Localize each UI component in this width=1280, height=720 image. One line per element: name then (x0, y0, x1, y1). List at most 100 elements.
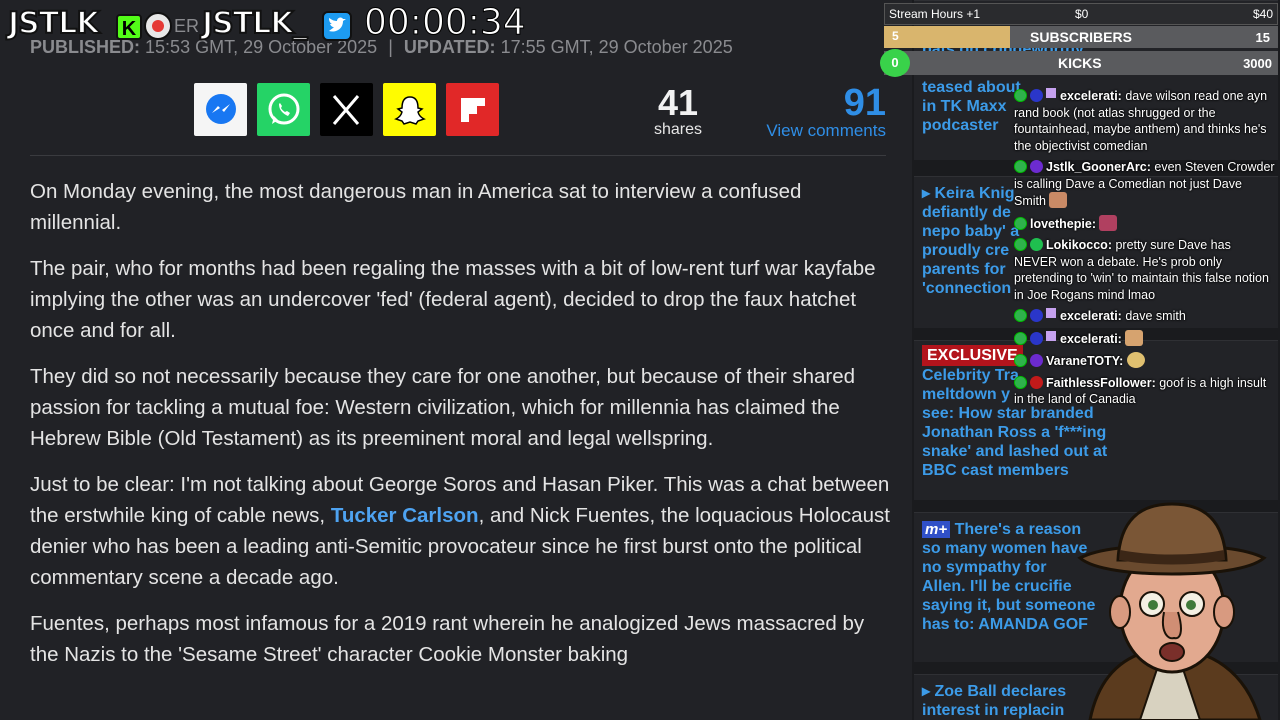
chat-text: dave smith (1125, 309, 1186, 323)
kick-logo-icon: K (116, 14, 142, 40)
sidebar-card-headline[interactable]: ▸ Zoe Ball declares interest in replacin (922, 682, 1066, 720)
gift-sub-icon (1046, 330, 1056, 341)
messenger-icon (205, 93, 236, 124)
shares-counter: 41 shares (648, 85, 708, 139)
x-share-button[interactable] (320, 83, 373, 136)
kicks-progress: 0 (880, 49, 910, 77)
flipboard-share-button[interactable] (446, 83, 499, 136)
kicks-label: KICKS (1058, 55, 1102, 71)
headline-line[interactable]: ▸ Keira Knig (922, 184, 1019, 203)
kick-badge-icon (1014, 89, 1027, 102)
x-icon (332, 94, 359, 125)
headline-line[interactable]: 'connection (922, 279, 1019, 298)
subscribers-goal-value: 15 (1255, 29, 1270, 45)
headline-text[interactable]: Keira Knig (934, 185, 1014, 202)
chat-overlay: excelerati: dave wilson read one ayn ran… (1014, 88, 1276, 413)
stream-hours-max: $40 (1252, 7, 1273, 21)
chat-username: excelerati: (1060, 309, 1122, 323)
headline-line[interactable]: interest in replacin (922, 701, 1066, 720)
tucker-carlson-link[interactable]: Tucker Carlson (331, 504, 479, 527)
subscribers-progress: 5 (884, 26, 1010, 48)
paragraph: They did so not necessarily because they… (30, 365, 856, 450)
headline-line[interactable]: BBC cast members (922, 461, 1107, 480)
paragraph: Just to be clear: I'm not talking about … (30, 469, 890, 593)
chat-username: lovethepie: (1030, 216, 1096, 231)
paragraph: Fuentes, perhaps most infamous for a 201… (30, 612, 865, 666)
chat-username: VaraneTOTY: (1046, 354, 1124, 368)
chat-message: Lokikocco: pretty sure Dave has NEVER wo… (1014, 237, 1276, 303)
chat-username: excelerati: (1060, 89, 1122, 103)
kick-badge-icon (1014, 331, 1027, 345)
stream-hours-min: $0 (1075, 7, 1089, 21)
chat-text: dave wilson read one ayn rand book (not … (1014, 89, 1268, 153)
gift-sub-icon (1046, 308, 1056, 318)
chat-username: Lokikocco: (1046, 238, 1112, 252)
snapchat-icon (393, 95, 426, 125)
snapchat-share-button[interactable] (383, 83, 436, 136)
stream-hours-label: Stream Hours +1 (889, 7, 981, 21)
stream-timer: 00:00:34 (364, 2, 527, 44)
headline-line[interactable]: defiantly de (922, 203, 1019, 222)
emote-icon (1126, 352, 1145, 368)
messenger-share-button[interactable] (194, 83, 247, 136)
headline-line[interactable]: parents for (922, 260, 1019, 279)
sidebar-card-headline[interactable]: ▸ Keira Knig defiantly de nepo baby' a p… (922, 184, 1019, 298)
paragraph: On Monday evening, the most dangerous ma… (30, 180, 802, 234)
user-badge-icon (1030, 160, 1043, 173)
chat-message: FaithlessFollower: goof is a high insult… (1014, 375, 1276, 408)
chat-message: excelerati: (1014, 329, 1276, 348)
comments-count[interactable]: 91 (760, 84, 886, 122)
mail-plus-badge: m+ (922, 521, 951, 538)
partial-byline: ER (174, 16, 200, 36)
chat-message: Jstlk_GoonerArc: even Steven Crowder is … (1014, 159, 1276, 210)
headline-line[interactable]: proudly cre (922, 241, 1019, 260)
exclusive-badge: EXCLUSIVE (922, 345, 1023, 366)
stream-overlay-header: JSTLK K ER JSTLK_ 00:00:34 (0, 0, 600, 46)
kick-badge-icon (1014, 160, 1027, 173)
paragraph: The pair, who for months had been regali… (30, 257, 876, 342)
headline-line[interactable]: Jonathan Ross a 'f***ing (922, 423, 1107, 442)
article-body: On Monday evening, the most dangerous ma… (30, 176, 890, 685)
subscribers-goal: 5 SUBSCRIBERS 15 (884, 26, 1278, 48)
chat-message: lovethepie: (1014, 214, 1276, 233)
whatsapp-share-button[interactable] (257, 83, 310, 136)
record-icon (144, 12, 172, 40)
emote-icon (1049, 192, 1068, 208)
chat-message: excelerati: dave smith (1014, 308, 1276, 325)
user-badge-icon (1030, 354, 1043, 367)
shares-label: shares (653, 121, 703, 138)
kick-badge-icon (1014, 375, 1027, 389)
whatsapp-icon (268, 93, 299, 124)
headline-line[interactable]: nepo baby' a (922, 222, 1019, 241)
chat-username: FaithlessFollower: (1046, 375, 1156, 390)
emote-icon (1099, 214, 1118, 231)
user-badge-icon (1030, 238, 1043, 251)
headline-text[interactable]: Zoe Ball declares (934, 683, 1066, 700)
share-bar (194, 83, 499, 136)
user-badge-icon (1030, 309, 1043, 322)
twitter-bird-icon (322, 11, 352, 41)
kicks-goal: 0 KICKS 3000 (880, 49, 1278, 77)
comments-link[interactable]: 91 View comments (760, 84, 886, 141)
kicks-goal-value: 3000 (1243, 55, 1272, 71)
headline-line[interactable]: snake' and lashed out at (922, 442, 1107, 461)
channel-logo-secondary: JSTLK_ (201, 5, 309, 42)
flipboard-icon (460, 97, 485, 122)
divider (30, 155, 886, 156)
user-badge-icon (1030, 89, 1043, 102)
subscribers-label: SUBSCRIBERS (1030, 29, 1132, 45)
view-comments-link[interactable]: View comments (760, 121, 886, 141)
headline-line[interactable]: ▸ Zoe Ball declares (922, 682, 1066, 701)
chat-message: VaraneTOTY: (1014, 352, 1276, 370)
chat-message: excelerati: dave wilson read one ayn ran… (1014, 88, 1276, 154)
user-badge-icon (1030, 375, 1043, 389)
shares-count: 41 (657, 82, 699, 123)
chat-username: excelerati: (1060, 331, 1122, 346)
kick-badge-icon (1014, 216, 1027, 230)
streamer-avatar (1077, 502, 1267, 720)
chat-username: Jstlk_GoonerArc: (1046, 160, 1151, 174)
kick-badge-icon (1014, 309, 1027, 322)
kick-badge-icon (1014, 238, 1027, 251)
channel-logo: JSTLK (7, 5, 101, 42)
gift-sub-icon (1046, 88, 1056, 98)
